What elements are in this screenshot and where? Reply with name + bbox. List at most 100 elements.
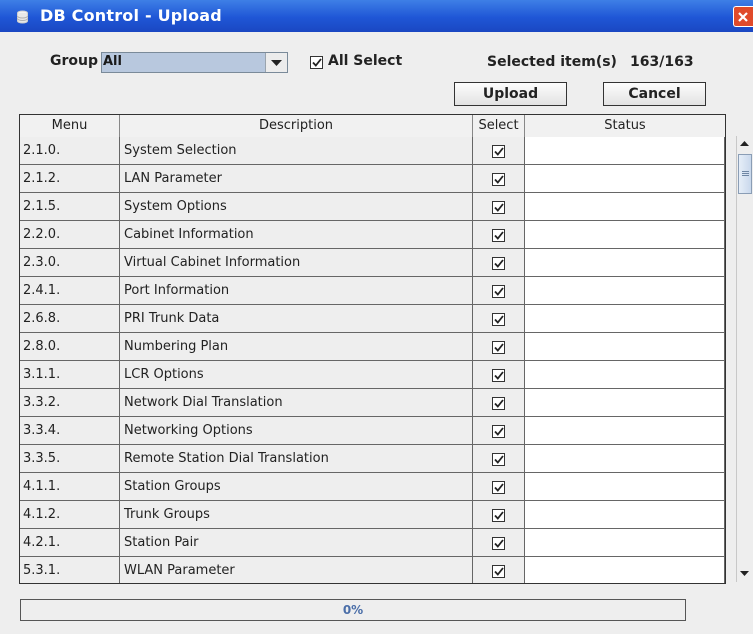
row-select-checkbox[interactable] xyxy=(492,341,505,354)
row-select-checkbox[interactable] xyxy=(492,509,505,522)
row-select-checkbox[interactable] xyxy=(492,285,505,298)
status-cell xyxy=(525,557,725,583)
checkmark-icon xyxy=(494,427,504,436)
select-cell xyxy=(473,389,525,417)
row-select-checkbox[interactable] xyxy=(492,229,505,242)
menu-cell: 2.2.0. xyxy=(20,221,120,249)
row-select-checkbox[interactable] xyxy=(492,313,505,326)
table-row[interactable]: 2.6.8. PRI Trunk Data xyxy=(20,305,725,333)
column-header-description[interactable]: Description xyxy=(120,115,473,137)
table-row[interactable]: 2.1.0. System Selection xyxy=(20,137,725,165)
checkmark-icon xyxy=(494,371,504,380)
arrow-down-icon xyxy=(740,571,749,576)
select-cell xyxy=(473,333,525,361)
select-cell xyxy=(473,501,525,529)
table-row[interactable]: 2.8.0. Numbering Plan xyxy=(20,333,725,361)
window-title: DB Control - Upload xyxy=(40,6,222,25)
table-row[interactable]: 3.3.2. Network Dial Translation xyxy=(20,389,725,417)
table-vertical-scrollbar[interactable] xyxy=(736,136,753,582)
column-header-status[interactable]: Status xyxy=(525,115,725,137)
menu-cell: 3.1.1. xyxy=(20,361,120,389)
select-cell xyxy=(473,277,525,305)
table-row[interactable]: 2.4.1. Port Information xyxy=(20,277,725,305)
select-cell xyxy=(473,529,525,557)
description-cell: Cabinet Information xyxy=(120,221,473,249)
close-button[interactable] xyxy=(733,6,753,27)
status-cell xyxy=(525,529,725,557)
row-select-checkbox[interactable] xyxy=(492,397,505,410)
group-select-value: All xyxy=(103,54,122,69)
column-header-menu[interactable]: Menu xyxy=(20,115,120,137)
menu-cell: 2.1.0. xyxy=(20,137,120,165)
row-select-checkbox[interactable] xyxy=(492,173,505,186)
select-cell xyxy=(473,417,525,445)
scroll-up-button[interactable] xyxy=(737,136,753,152)
db-control-upload-window: DB Control - Upload Group All All Select… xyxy=(0,0,753,634)
chevron-down-icon xyxy=(271,60,282,66)
table-row[interactable]: 2.1.2. LAN Parameter xyxy=(20,165,725,193)
row-select-checkbox[interactable] xyxy=(492,369,505,382)
table-row[interactable]: 2.3.0. Virtual Cabinet Information xyxy=(20,249,725,277)
menu-cell: 5.3.1. xyxy=(20,557,120,583)
progress-label: 0% xyxy=(342,603,364,617)
table-row[interactable]: 2.1.5. System Options xyxy=(20,193,725,221)
select-cell xyxy=(473,165,525,193)
group-select-toggle[interactable] xyxy=(265,53,287,72)
row-select-checkbox[interactable] xyxy=(492,257,505,270)
status-cell xyxy=(525,277,725,305)
title-bar[interactable]: DB Control - Upload xyxy=(0,0,753,32)
row-select-checkbox[interactable] xyxy=(492,537,505,550)
checkmark-icon xyxy=(494,287,504,296)
scroll-thumb-grip xyxy=(742,175,749,176)
scroll-thumb-grip xyxy=(742,171,749,172)
row-select-checkbox[interactable] xyxy=(492,481,505,494)
select-cell xyxy=(473,193,525,221)
table-header: Menu Description Select Status xyxy=(20,115,725,138)
table-row[interactable]: 2.2.0. Cabinet Information xyxy=(20,221,725,249)
checkmark-icon xyxy=(494,315,504,324)
selected-items-label: Selected item(s) xyxy=(487,54,617,70)
description-cell: LAN Parameter xyxy=(120,165,473,193)
menu-cell: 2.1.5. xyxy=(20,193,120,221)
checkmark-icon xyxy=(494,567,504,576)
checkmark-icon xyxy=(494,483,504,492)
row-select-checkbox[interactable] xyxy=(492,145,505,158)
table-row[interactable]: 4.1.2. Trunk Groups xyxy=(20,501,725,529)
description-cell: Network Dial Translation xyxy=(120,389,473,417)
row-select-checkbox[interactable] xyxy=(492,565,505,578)
table-row[interactable]: 3.3.4. Networking Options xyxy=(20,417,725,445)
status-cell xyxy=(525,137,725,165)
scroll-thumb-grip xyxy=(742,173,749,174)
checkmark-icon xyxy=(494,147,504,156)
upload-button[interactable]: Upload xyxy=(454,82,567,106)
menu-cell: 4.1.1. xyxy=(20,473,120,501)
all-select-label: All Select xyxy=(328,53,403,69)
status-cell xyxy=(525,361,725,389)
status-cell xyxy=(525,333,725,361)
row-select-checkbox[interactable] xyxy=(492,425,505,438)
row-select-checkbox[interactable] xyxy=(492,201,505,214)
table-row[interactable]: 4.2.1. Station Pair xyxy=(20,529,725,557)
table-row[interactable]: 4.1.1. Station Groups xyxy=(20,473,725,501)
status-cell xyxy=(525,193,725,221)
table-row[interactable]: 3.3.5. Remote Station Dial Translation xyxy=(20,445,725,473)
checkmark-icon xyxy=(494,175,504,184)
group-select[interactable]: All xyxy=(101,52,288,73)
menu-cell: 3.3.2. xyxy=(20,389,120,417)
menu-cell: 4.1.2. xyxy=(20,501,120,529)
scroll-down-button[interactable] xyxy=(737,566,753,582)
status-cell xyxy=(525,249,725,277)
select-cell xyxy=(473,473,525,501)
database-icon xyxy=(16,9,29,24)
column-header-select[interactable]: Select xyxy=(473,115,525,137)
table-row[interactable]: 3.1.1. LCR Options xyxy=(20,361,725,389)
all-select-checkbox[interactable] xyxy=(310,56,323,69)
scroll-thumb[interactable] xyxy=(738,154,752,194)
table-row[interactable]: 5.3.1. WLAN Parameter xyxy=(20,557,725,583)
cancel-button[interactable]: Cancel xyxy=(603,82,706,106)
description-cell: Port Information xyxy=(120,277,473,305)
select-cell xyxy=(473,221,525,249)
row-select-checkbox[interactable] xyxy=(492,453,505,466)
status-cell xyxy=(525,473,725,501)
description-cell: Virtual Cabinet Information xyxy=(120,249,473,277)
